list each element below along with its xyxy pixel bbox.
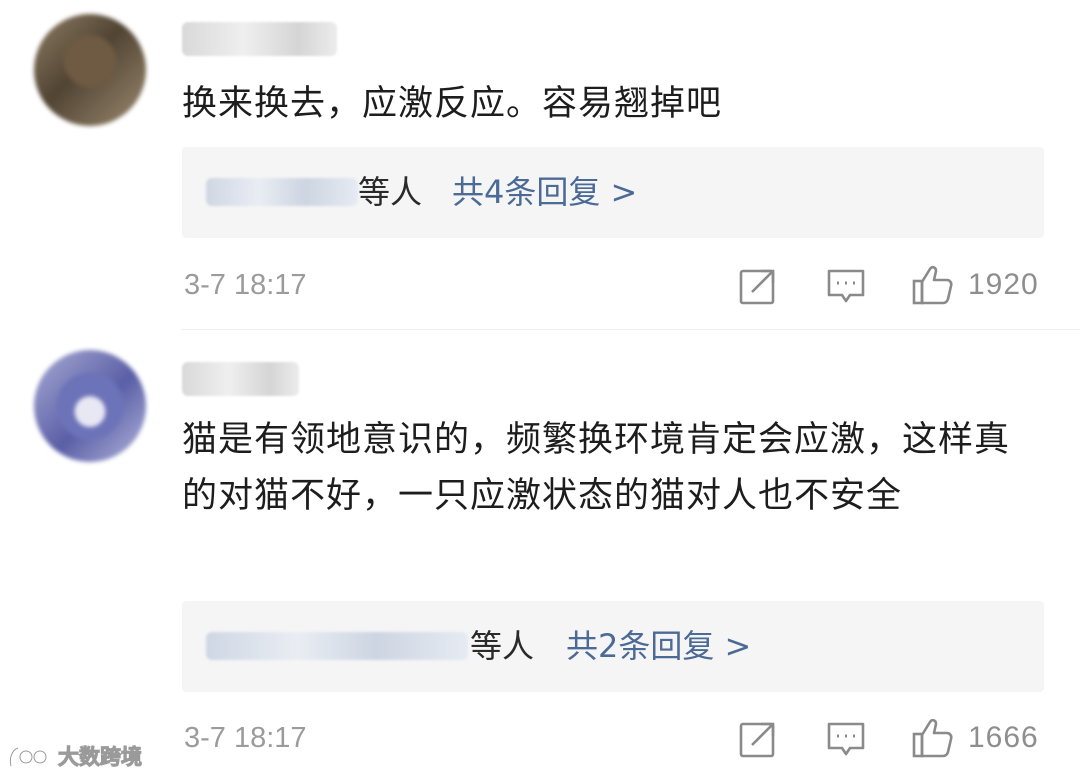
- like-count: 1920: [968, 268, 1039, 301]
- view-replies-link[interactable]: 共4条回复 >: [452, 169, 637, 215]
- share-icon[interactable]: [738, 719, 778, 759]
- thumbs-up-icon[interactable]: [912, 717, 954, 759]
- comment-text: 换来换去，应激反应。容易翘掉吧: [182, 84, 723, 124]
- view-replies-link[interactable]: 共2条回复 >: [566, 623, 751, 669]
- comment-icon[interactable]: [826, 720, 866, 760]
- reply-summary-box[interactable]: 等人 共4条回复 >: [182, 147, 1044, 238]
- reply-people-label: 等人: [470, 627, 535, 665]
- avatar[interactable]: [34, 14, 146, 126]
- comment-icon[interactable]: [826, 267, 866, 307]
- username-blurred[interactable]: [182, 362, 299, 396]
- thumbs-up-icon[interactable]: [912, 264, 954, 306]
- watermark-logo-icon: [8, 746, 48, 767]
- watermark-text: 大数跨境: [58, 745, 143, 770]
- comment-timestamp: 3-7 18:17: [184, 269, 307, 301]
- username-blurred[interactable]: [182, 22, 337, 56]
- reply-usernames-blurred: [206, 632, 468, 660]
- share-icon[interactable]: [738, 266, 778, 306]
- comment-divider: [182, 329, 1080, 330]
- reply-people-label: 等人: [358, 173, 423, 211]
- watermark: 大数跨境: [8, 742, 143, 772]
- comment-text: 猫是有领地意识的，频繁换环境肯定会应激，这样真的对猫不好，一只应激状态的猫对人也…: [182, 420, 1011, 516]
- reply-summary-box[interactable]: 等人 共2条回复 >: [182, 601, 1044, 692]
- avatar[interactable]: [34, 350, 146, 462]
- like-count: 1666: [968, 721, 1039, 754]
- comment-timestamp: 3-7 18:17: [184, 722, 307, 754]
- reply-usernames-blurred: [206, 178, 358, 206]
